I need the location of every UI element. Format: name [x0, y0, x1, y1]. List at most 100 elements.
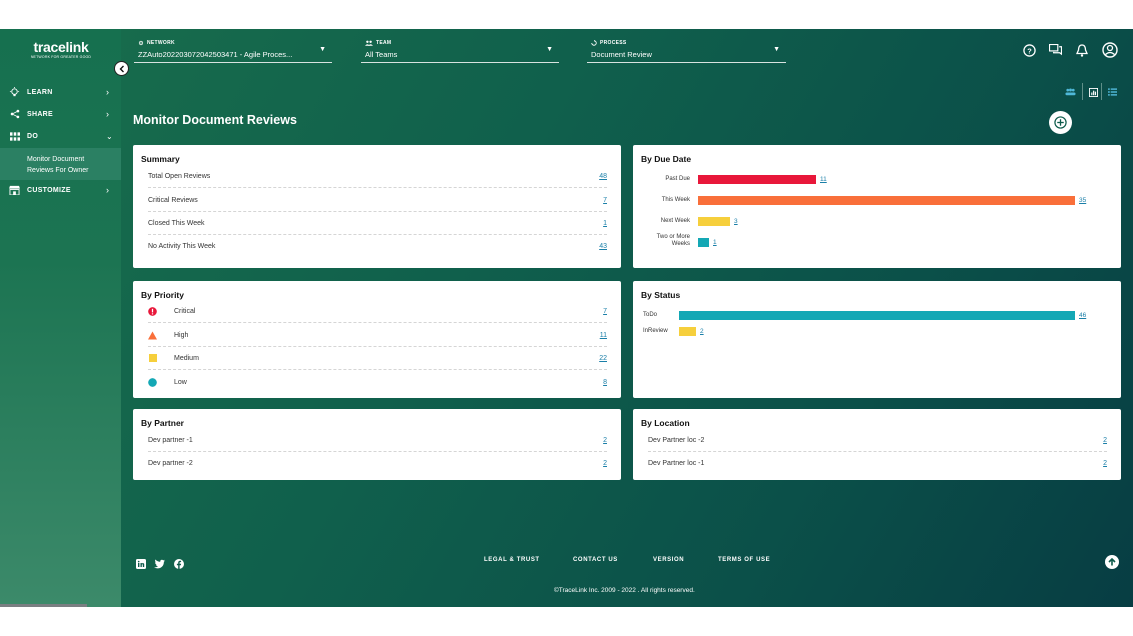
process-selector[interactable]: PROCESS Document Review ▼ [587, 38, 786, 63]
row-value-link[interactable]: 7 [603, 308, 607, 315]
row-value-link[interactable]: 22 [599, 355, 607, 362]
sidebar-scrollbar[interactable] [0, 604, 87, 607]
bar-value-link[interactable]: 11 [820, 176, 827, 183]
row-value-link[interactable]: 2 [1103, 460, 1107, 467]
critical-icon [148, 306, 157, 316]
row-label: Low [174, 379, 187, 386]
user-profile-icon[interactable] [1102, 42, 1118, 58]
row-value-link[interactable]: 43 [599, 243, 607, 250]
sidebar-item-share[interactable]: SHARE › [0, 105, 121, 123]
priority-row: Low 8 [148, 371, 607, 394]
bar[interactable] [698, 217, 730, 226]
row-label: Critical [174, 307, 196, 315]
bar-value-link[interactable]: 2 [700, 328, 704, 335]
bar[interactable] [698, 196, 1075, 205]
row-label: Dev Partner loc -2 [648, 436, 705, 444]
network-selector[interactable]: NETWORK ZZAuto20220307204250347​1 - Agil… [134, 38, 332, 63]
sidebar-subitem-monitor-document-reviews[interactable]: Monitor Document Reviews For Owner [0, 148, 121, 180]
medium-square-icon [148, 354, 157, 363]
add-widget-button[interactable] [1049, 111, 1072, 134]
terms-of-use-link[interactable]: TERMS OF USE [718, 557, 770, 563]
notification-bell-icon[interactable] [1075, 43, 1089, 57]
row-label: Dev partner -1 [148, 436, 193, 444]
bar[interactable] [698, 238, 709, 247]
row-value-link[interactable]: 11 [600, 332, 607, 339]
location-row: Dev Partner loc -1 2 [648, 452, 1107, 475]
summary-row: No Activity This Week 43 [148, 235, 607, 258]
help-icon[interactable]: ? [1022, 43, 1036, 57]
summary-row: Total Open Reviews 48 [148, 165, 607, 188]
version-link[interactable]: VERSION [653, 557, 684, 563]
facebook-icon[interactable] [174, 556, 184, 569]
network-caption: NETWORK [147, 40, 175, 46]
logo-text: tracelink [33, 39, 89, 55]
row-label: Closed This Week [148, 219, 205, 227]
bar-value-link[interactable]: 46 [1079, 312, 1086, 319]
sidebar-item-customize[interactable]: CUSTOMIZE › [0, 181, 121, 199]
bar-label: Next Week [633, 218, 690, 225]
list-view-icon[interactable] [1105, 85, 1119, 99]
network-value: ZZAuto20220307204250347​1 - Agile Proces… [138, 50, 293, 59]
row-value-link[interactable]: 1 [603, 220, 607, 227]
contact-us-link[interactable]: CONTACT US [573, 557, 618, 563]
bar-label-line: This Week [661, 197, 690, 203]
bar-label: This Week [633, 197, 690, 204]
bar-value-link[interactable]: 35 [1079, 197, 1086, 204]
summary-row: Closed This Week 1 [148, 212, 607, 235]
row-value-link[interactable]: 7 [603, 197, 607, 204]
twitter-icon[interactable] [154, 556, 165, 569]
linkedin-icon[interactable] [136, 556, 146, 569]
row-label: Total Open Reviews [148, 172, 211, 180]
priority-row: Critical 7 [148, 300, 607, 323]
process-caption: PROCESS [600, 40, 627, 46]
partner-row: Dev partner -2 2 [148, 452, 607, 475]
bar-label-line: Weeks [671, 240, 690, 247]
svg-text:?: ? [1027, 46, 1032, 55]
team-view-icon[interactable] [1063, 85, 1077, 99]
bar-label-line: Past Due [665, 176, 690, 182]
row-label: Medium [174, 354, 199, 362]
sidebar-item-do[interactable]: DO ⌄ [0, 127, 121, 145]
row-value-link[interactable]: 8 [603, 379, 607, 386]
sidebar-item-label: SHARE [27, 110, 54, 118]
dropdown-arrow-icon: ▼ [546, 46, 553, 53]
row-value-link[interactable]: 2 [603, 460, 607, 467]
bar-value-link[interactable]: 3 [734, 218, 738, 225]
bar-label: InReview [643, 328, 668, 334]
bar[interactable] [698, 175, 816, 184]
by-due-date-card: By Due Date Past Due 11 This Week 35 Next We… [633, 145, 1121, 268]
bar-value-link[interactable]: 1 [713, 239, 717, 246]
add-circle-icon [1054, 116, 1067, 129]
row-label: High [174, 331, 189, 339]
row-value-link[interactable]: 48 [599, 173, 607, 180]
chevron-right-icon: › [106, 185, 109, 195]
main-content: NETWORK ZZAuto20220307204250347​1 - Agil… [121, 29, 1133, 607]
team-value: All Teams [365, 50, 398, 59]
logo-tagline: NETWORK FOR GREATER GOOD [30, 55, 92, 59]
bar[interactable] [679, 311, 1075, 320]
priority-row: Medium 22 [148, 347, 607, 370]
card-title: By Location [641, 418, 690, 428]
scroll-to-top-button[interactable] [1105, 555, 1119, 569]
location-row: Dev Partner loc -2 2 [648, 429, 1107, 452]
app-frame: tracelink NETWORK FOR GREATER GOOD LEARN… [0, 29, 1133, 607]
sidebar: tracelink NETWORK FOR GREATER GOOD LEARN… [0, 29, 121, 607]
legal-trust-link[interactable]: LEGAL & TRUST [484, 557, 540, 563]
team-selector[interactable]: TEAM All Teams ▼ [361, 38, 559, 63]
grid-icon [9, 131, 20, 142]
card-title: By Due Date [641, 154, 692, 164]
collapse-sidebar-button[interactable] [114, 61, 129, 76]
copyright-text: ©TraceLink Inc. 2009 - 2022 . All rights… [554, 587, 695, 594]
row-value-link[interactable]: 2 [603, 437, 607, 444]
row-value-link[interactable]: 2 [1103, 437, 1107, 444]
sidebar-item-label: DO [27, 132, 39, 140]
dropdown-arrow-icon: ▼ [773, 46, 780, 53]
sidebar-item-learn[interactable]: LEARN › [0, 83, 121, 101]
bar[interactable] [679, 327, 696, 336]
chart-view-icon[interactable] [1086, 85, 1100, 99]
sidebar-item-label: CUSTOMIZE [27, 186, 71, 194]
logo[interactable]: tracelink NETWORK FOR GREATER GOOD [30, 39, 92, 60]
lightbulb-icon [9, 86, 20, 98]
card-title: Summary [141, 154, 180, 164]
chat-icon[interactable] [1048, 43, 1062, 57]
